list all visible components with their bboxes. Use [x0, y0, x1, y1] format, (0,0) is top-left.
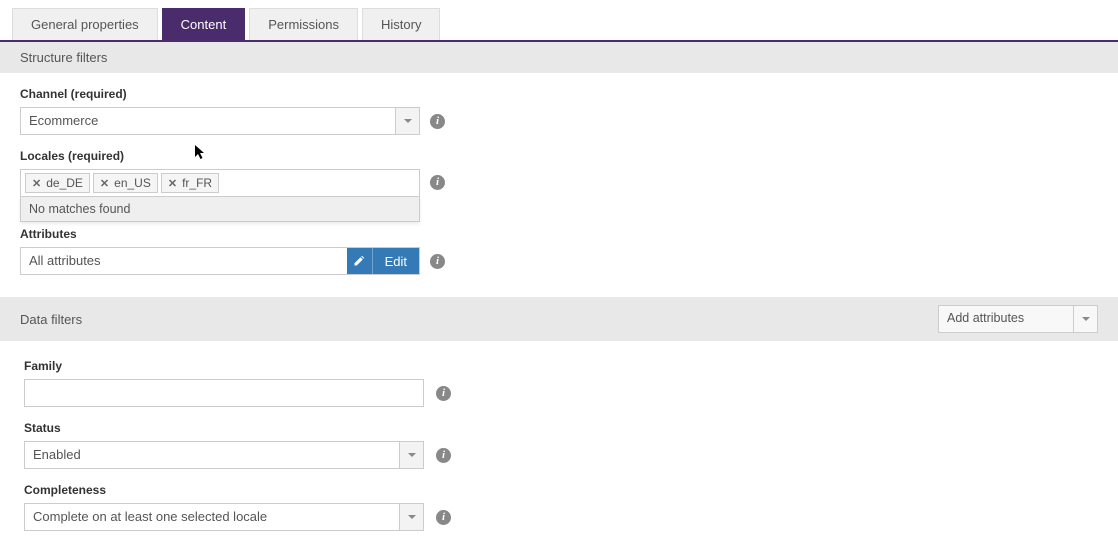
tag-label: en_US [114, 176, 151, 190]
data-filters-body: Family i Status Enabled i Completeness C… [0, 341, 1118, 553]
info-icon[interactable]: i [430, 175, 445, 190]
completeness-row: Completeness Complete on at least one se… [24, 483, 1094, 531]
channel-caret[interactable] [395, 108, 419, 134]
locale-tag-de[interactable]: ✕ de_DE [25, 173, 90, 193]
tab-general-properties[interactable]: General properties [12, 8, 158, 40]
locale-tag-en[interactable]: ✕ en_US [93, 173, 158, 193]
locales-label: Locales (required) [20, 149, 1098, 163]
chevron-down-icon [408, 453, 416, 457]
locales-input[interactable] [222, 174, 415, 192]
section-structure-filters: Structure filters [0, 42, 1118, 73]
add-attributes-label: Add attributes [939, 306, 1073, 332]
completeness-value: Complete on at least one selected locale [25, 504, 399, 530]
locales-multiselect[interactable]: ✕ de_DE ✕ en_US ✕ fr_FR [20, 169, 420, 197]
tabs-bar: General properties Content Permissions H… [0, 0, 1118, 42]
add-attributes-select[interactable]: Add attributes [938, 305, 1098, 333]
status-select[interactable]: Enabled [24, 441, 424, 469]
attributes-label: Attributes [20, 227, 1098, 241]
chevron-down-icon [408, 515, 416, 519]
chevron-down-icon [404, 119, 412, 123]
close-icon[interactable]: ✕ [100, 177, 109, 190]
add-attributes-caret[interactable] [1073, 306, 1097, 332]
section-title: Structure filters [20, 50, 107, 65]
completeness-caret[interactable] [399, 504, 423, 530]
info-icon[interactable]: i [436, 448, 451, 463]
edit-label: Edit [373, 248, 419, 274]
structure-filters-body: Channel (required) Ecommerce i Locales (… [0, 73, 1118, 297]
channel-value: Ecommerce [21, 108, 395, 134]
channel-label: Channel (required) [20, 87, 1098, 101]
pencil-icon [353, 255, 365, 267]
info-icon[interactable]: i [430, 254, 445, 269]
locale-tag-fr[interactable]: ✕ fr_FR [161, 173, 219, 193]
completeness-label: Completeness [24, 483, 1094, 497]
status-row: Status Enabled i [24, 421, 1094, 469]
tag-label: fr_FR [182, 176, 212, 190]
section-title: Data filters [20, 312, 82, 327]
edit-attributes-button[interactable]: Edit [347, 248, 419, 274]
info-icon[interactable]: i [430, 114, 445, 129]
channel-select[interactable]: Ecommerce [20, 107, 420, 135]
status-value: Enabled [25, 442, 399, 468]
completeness-select[interactable]: Complete on at least one selected locale [24, 503, 424, 531]
locales-dropdown: No matches found [20, 197, 420, 222]
info-icon[interactable]: i [436, 386, 451, 401]
close-icon[interactable]: ✕ [32, 177, 41, 190]
family-row: Family i [24, 359, 1094, 407]
locales-row: Locales (required) ✕ de_DE ✕ en_US ✕ fr_… [20, 149, 1098, 197]
status-label: Status [24, 421, 1094, 435]
section-data-filters: Data filters Add attributes [0, 297, 1118, 341]
attributes-row: Attributes All attributes Edit i [20, 227, 1098, 275]
tab-permissions[interactable]: Permissions [249, 8, 358, 40]
tag-label: de_DE [46, 176, 83, 190]
family-input[interactable] [24, 379, 424, 407]
chevron-down-icon [1082, 317, 1090, 321]
channel-row: Channel (required) Ecommerce i [20, 87, 1098, 135]
no-matches-message: No matches found [21, 197, 419, 221]
close-icon[interactable]: ✕ [168, 177, 177, 190]
tab-content[interactable]: Content [162, 8, 246, 40]
status-caret[interactable] [399, 442, 423, 468]
attributes-field: All attributes Edit [20, 247, 420, 275]
attributes-value: All attributes [21, 248, 347, 274]
family-label: Family [24, 359, 1094, 373]
tab-history[interactable]: History [362, 8, 440, 40]
info-icon[interactable]: i [436, 510, 451, 525]
